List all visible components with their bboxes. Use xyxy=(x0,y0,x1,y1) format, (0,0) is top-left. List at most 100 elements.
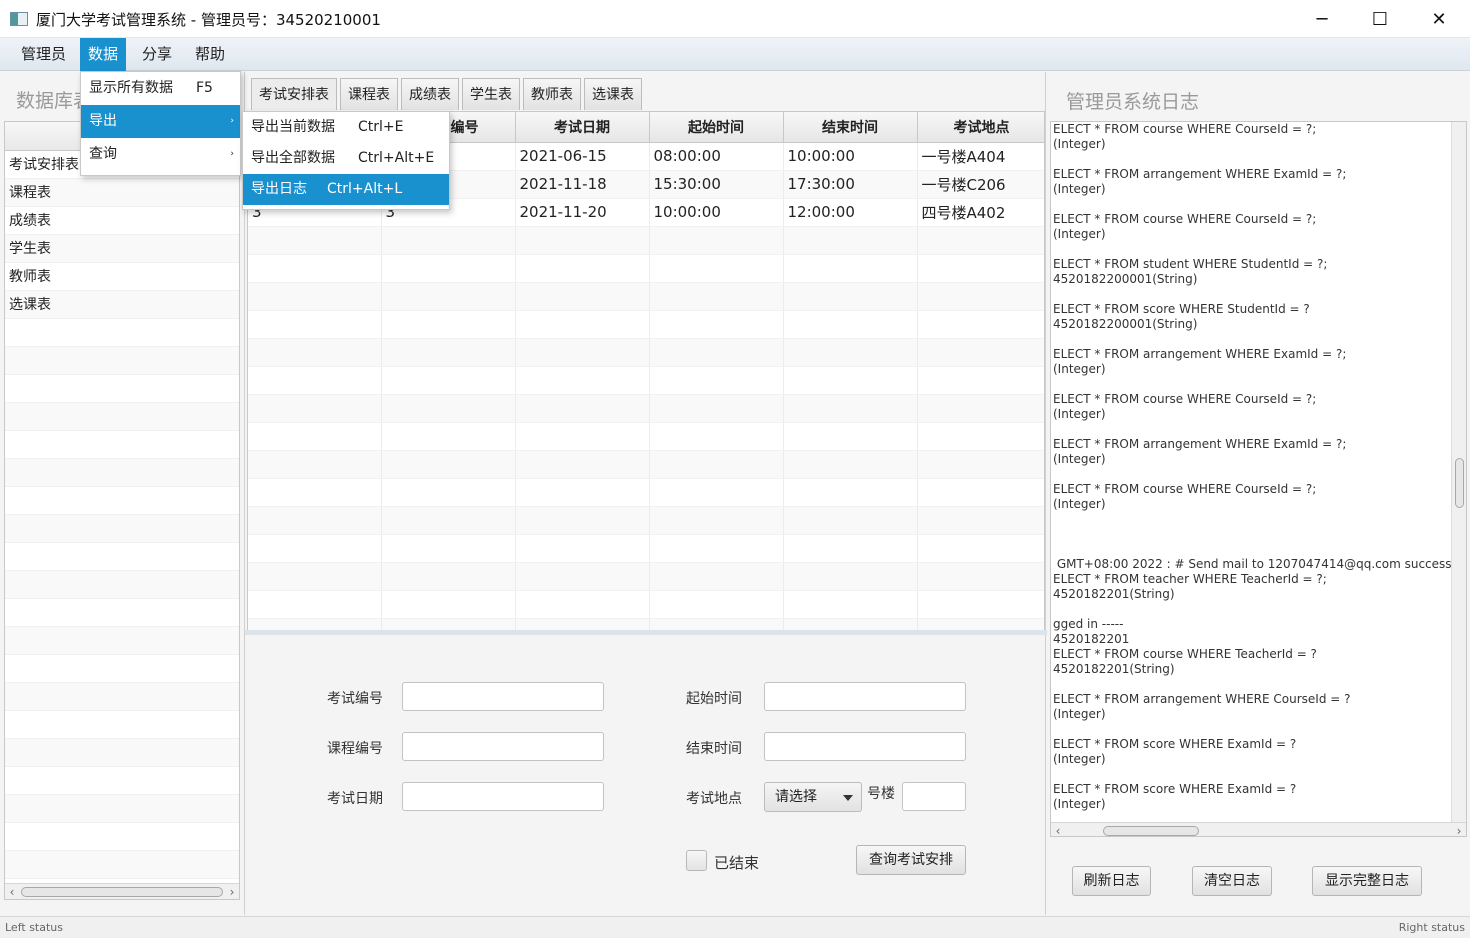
chevron-right-icon: › xyxy=(230,116,234,126)
table-cell: 2021-11-20 xyxy=(515,198,650,227)
menu-item-export-log[interactable]: 导出日志 Ctrl+Alt+L xyxy=(243,174,449,205)
course-id-input[interactable] xyxy=(402,732,604,761)
table-list-empty-row xyxy=(5,599,239,627)
table-list-hscrollbar[interactable]: ‹ › xyxy=(5,883,239,899)
column-header[interactable]: 考试地点 xyxy=(917,112,1044,143)
log-line: ELECT * FROM course WHERE CourseId = ?; xyxy=(1053,122,1317,136)
table-list-item[interactable]: 课程表 xyxy=(5,179,239,207)
table-list-empty-row xyxy=(5,515,239,543)
refresh-log-button[interactable]: 刷新日志 xyxy=(1072,866,1151,896)
location-select-value: 请选择 xyxy=(775,789,817,805)
menu-item-query[interactable]: 查询 › xyxy=(81,138,240,171)
close-button[interactable]: ✕ xyxy=(1410,0,1468,38)
menu-item-export-current[interactable]: 导出当前数据 Ctrl+E xyxy=(243,112,449,143)
table-list-empty-row xyxy=(5,347,239,375)
table-list-empty-row xyxy=(5,655,239,683)
tab-student[interactable]: 学生表 xyxy=(462,78,520,110)
table-list-empty-row xyxy=(5,319,239,347)
log-line: 4520182200001(String) xyxy=(1053,272,1198,286)
menu-item-export-all[interactable]: 导出全部数据 Ctrl+Alt+E xyxy=(243,143,449,174)
window-title: 厦门大学考试管理系统 - 管理员号：34520210001 xyxy=(36,11,381,29)
log-line: (Integer) xyxy=(1053,752,1106,766)
scroll-right-icon[interactable]: › xyxy=(225,884,239,899)
scroll-left-icon[interactable]: ‹ xyxy=(1051,823,1065,836)
menu-item-label: 查询 xyxy=(89,146,117,162)
table-list-empty-row xyxy=(5,487,239,515)
tab-arrangement[interactable]: 考试安排表 xyxy=(251,78,337,110)
course-id-label: 课程编号 xyxy=(327,741,383,757)
table-list-item[interactable]: 教师表 xyxy=(5,263,239,291)
location-label: 考试地点 xyxy=(686,791,742,807)
log-line: ELECT * FROM teacher WHERE TeacherId = ?… xyxy=(1053,572,1327,586)
menu-item-show-all[interactable]: 显示所有数据 F5 xyxy=(81,72,240,105)
log-line: 4520182201 xyxy=(1053,632,1130,646)
query-arrangement-button[interactable]: 查询考试安排 xyxy=(856,845,966,875)
menu-help[interactable]: 帮助 xyxy=(187,38,233,71)
location-select[interactable]: 请选择 xyxy=(764,782,862,812)
column-header[interactable]: 考试日期 xyxy=(515,112,650,143)
table-cell: 12:00:00 xyxy=(783,198,918,227)
menu-admin[interactable]: 管理员 xyxy=(13,38,74,71)
end-time-input[interactable] xyxy=(764,732,966,761)
scroll-right-icon[interactable]: › xyxy=(1452,823,1466,836)
table-list-empty-row xyxy=(5,403,239,431)
finished-checkbox[interactable] xyxy=(686,850,707,871)
table-empty-row xyxy=(248,310,1044,339)
menu-share[interactable]: 分享 xyxy=(134,38,180,71)
tab-teacher[interactable]: 教师表 xyxy=(523,78,581,110)
table-list-empty-row xyxy=(5,459,239,487)
log-line: (Integer) xyxy=(1053,407,1106,421)
tab-course[interactable]: 课程表 xyxy=(340,78,398,110)
scroll-thumb[interactable] xyxy=(21,887,223,897)
scroll-thumb[interactable] xyxy=(1103,826,1199,836)
exam-date-input[interactable] xyxy=(402,782,604,811)
table-empty-row xyxy=(248,366,1044,395)
table-list-empty-row xyxy=(5,711,239,739)
column-header[interactable]: 起始时间 xyxy=(649,112,784,143)
table-cell: 一号楼C206 xyxy=(917,170,1044,199)
building-number-input[interactable] xyxy=(902,782,966,811)
minimize-button[interactable]: ─ xyxy=(1293,0,1351,38)
log-line: (Integer) xyxy=(1053,797,1106,811)
log-line: ELECT * FROM arrangement WHERE ExamId = … xyxy=(1053,167,1347,181)
exam-id-input[interactable] xyxy=(402,682,604,711)
table-cell: 17:30:00 xyxy=(783,170,918,199)
scroll-left-icon[interactable]: ‹ xyxy=(5,884,19,899)
table-empty-row xyxy=(248,590,1044,619)
column-header[interactable]: 结束时间 xyxy=(783,112,918,143)
tab-selection[interactable]: 选课表 xyxy=(584,78,642,110)
clear-log-button[interactable]: 清空日志 xyxy=(1192,866,1272,896)
table-list-item[interactable]: 学生表 xyxy=(5,235,239,263)
menu-data[interactable]: 数据 xyxy=(80,38,127,71)
log-line: ELECT * FROM course WHERE CourseId = ?; xyxy=(1053,212,1317,226)
table-cell: 10:00:00 xyxy=(783,142,918,171)
show-full-log-button[interactable]: 显示完整日志 xyxy=(1312,866,1422,896)
maximize-button[interactable]: ☐ xyxy=(1351,0,1409,38)
scroll-thumb[interactable] xyxy=(1455,458,1464,508)
log-panel[interactable]: ELECT * FROM course WHERE CourseId = ?;(… xyxy=(1050,121,1467,837)
log-line: (Integer) xyxy=(1053,182,1106,196)
tab-score[interactable]: 成绩表 xyxy=(401,78,459,110)
menu-item-label: 导出日志 xyxy=(251,181,307,197)
chevron-down-icon xyxy=(843,795,853,801)
log-line: (Integer) xyxy=(1053,227,1106,241)
table-list-item[interactable]: 成绩表 xyxy=(5,207,239,235)
menu-item-export[interactable]: 导出 › xyxy=(81,105,240,138)
table-list-empty-row xyxy=(5,683,239,711)
tab-bar: 考试安排表 课程表 成绩表 学生表 教师表 选课表 xyxy=(251,78,645,110)
log-hscrollbar[interactable]: ‹ › xyxy=(1051,822,1466,836)
start-time-input[interactable] xyxy=(764,682,966,711)
start-time-label: 起始时间 xyxy=(686,691,742,707)
log-line: GMT+08:00 2022 : # Send mail to 12070474… xyxy=(1053,557,1451,571)
table-list-item[interactable]: 选课表 xyxy=(5,291,239,319)
log-vscrollbar[interactable] xyxy=(1451,122,1466,822)
table-cell: 08:00:00 xyxy=(649,142,784,171)
split-divider[interactable] xyxy=(245,630,1047,635)
